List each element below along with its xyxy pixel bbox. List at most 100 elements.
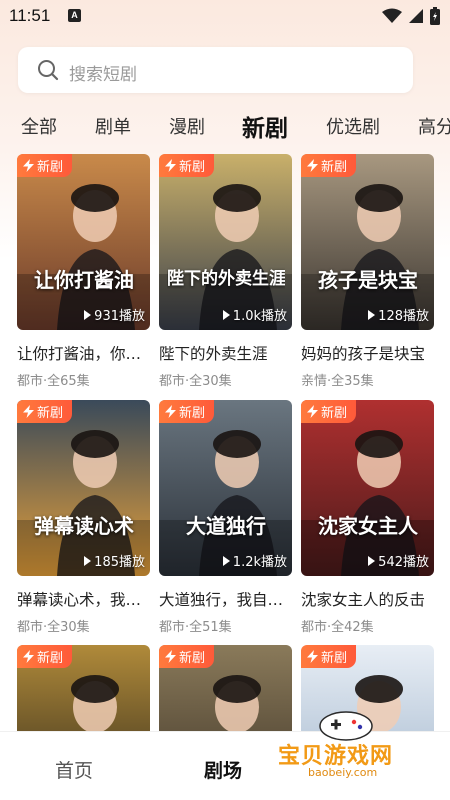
status-time: 11:51 <box>9 6 51 25</box>
poster-image <box>17 400 150 576</box>
new-badge: 新剧 <box>17 400 73 423</box>
lightning-icon <box>307 405 318 418</box>
drama-poster[interactable]: 弹幕读心术 新剧 185播放 <box>17 400 150 576</box>
new-badge: 新剧 <box>159 400 215 423</box>
signal-icon <box>409 9 423 23</box>
drama-meta: 都市·全30集 <box>17 620 90 635</box>
tab-new[interactable]: 新剧 <box>242 109 288 143</box>
lightning-icon <box>23 650 34 663</box>
lightning-icon <box>165 405 176 418</box>
badge-label: 新剧 <box>37 406 64 421</box>
drama-card[interactable]: 沈家女主人 新剧 542播放沈家女主人的反击都市·全42集 <box>301 400 434 635</box>
view-count: 1.0k播放 <box>222 305 287 324</box>
drama-card[interactable]: 弹幕读心术 新剧 185播放弹幕读心术，我… 都市·全30集 <box>17 400 150 635</box>
view-count-text: 1.2k播放 <box>232 555 287 570</box>
drama-card[interactable]: 孩子是块宝 新剧 128播放妈妈的孩子是块宝亲情·全35集 <box>301 154 434 389</box>
drama-card[interactable]: 大道独行 新剧 1.2k播放大道独行，我自… 都市·全51集 <box>159 400 292 635</box>
badge-label: 新剧 <box>321 406 348 421</box>
drama-meta: 都市·全65集 <box>17 374 90 389</box>
view-count-text: 185播放 <box>94 555 145 570</box>
lightning-icon <box>307 650 318 663</box>
drama-poster[interactable]: 让你打酱油 新剧 931播放 <box>17 154 150 330</box>
poster-title-art: 弹幕读心术 <box>34 514 134 538</box>
category-tabs: 全部 剧单 漫剧 新剧 优选剧 高分 <box>0 105 450 149</box>
badge-label: 新剧 <box>179 406 206 421</box>
drama-meta: 都市·全42集 <box>301 620 374 635</box>
new-badge: 新剧 <box>17 645 73 668</box>
lightning-icon <box>307 159 318 172</box>
poster-title-art: 陛下的外卖生涯 <box>167 269 285 289</box>
poster-image <box>301 154 434 330</box>
search-placeholder: 搜索短剧 <box>69 65 137 85</box>
view-count-text: 128播放 <box>378 309 429 324</box>
view-count-text: 1.0k播放 <box>232 309 287 324</box>
poster-image <box>159 154 292 330</box>
tab-featured[interactable]: 优选剧 <box>326 113 380 139</box>
drama-poster[interactable]: 陛下的外卖生涯 新剧 1.0k播放 <box>159 154 292 330</box>
poster-image <box>301 400 434 576</box>
drama-title[interactable]: 弹幕读心术，我… <box>17 588 150 610</box>
play-icon <box>222 555 230 566</box>
poster-title-art: 沈家女主人 <box>318 514 418 538</box>
drama-title[interactable]: 陛下的外卖生涯 <box>159 342 292 364</box>
badge-label: 新剧 <box>179 651 206 666</box>
play-icon <box>84 309 92 320</box>
badge-label: 新剧 <box>179 160 206 175</box>
drama-meta: 亲情·全35集 <box>301 374 374 389</box>
drama-poster[interactable]: 孩子是块宝 新剧 128播放 <box>301 154 434 330</box>
new-badge: 新剧 <box>159 154 215 177</box>
drama-title[interactable]: 让你打酱油，你… <box>17 342 150 364</box>
poster-title-art: 大道独行 <box>186 514 266 538</box>
drama-card[interactable]: 让你打酱油 新剧 931播放让你打酱油，你… 都市·全65集 <box>17 154 150 389</box>
tab-playlist[interactable]: 剧单 <box>95 113 131 139</box>
watermark: 宝贝游戏网 baobeiy.com <box>268 700 428 790</box>
view-count-text: 542播放 <box>378 555 429 570</box>
drama-poster[interactable]: 沈家女主人 新剧 542播放 <box>301 400 434 576</box>
new-badge: 新剧 <box>159 645 215 668</box>
drama-title[interactable]: 大道独行，我自… <box>159 588 292 610</box>
drama-card[interactable]: 陛下的外卖生涯 新剧 1.0k播放 陛下的外卖生涯 都市·全30集 <box>159 154 292 389</box>
poster-image <box>159 400 292 576</box>
drama-title[interactable]: 沈家女主人的反击 <box>301 588 434 610</box>
nav-home[interactable]: 首页 <box>55 756 93 783</box>
new-badge: 新剧 <box>301 400 357 423</box>
play-icon <box>368 555 376 566</box>
nav-theater[interactable]: 剧场 <box>204 756 242 783</box>
poster-image <box>17 154 150 330</box>
play-icon <box>222 309 230 320</box>
drama-meta: 都市·全30集 <box>159 374 232 389</box>
view-count: 1.2k播放 <box>222 551 287 570</box>
notification-a-icon: A <box>68 9 81 22</box>
badge-label: 新剧 <box>321 651 348 666</box>
status-icons <box>382 7 440 25</box>
new-badge: 新剧 <box>301 645 357 668</box>
view-count: 128播放 <box>368 305 429 324</box>
view-count-text: 931播放 <box>94 309 145 324</box>
lightning-icon <box>165 159 176 172</box>
tab-high-score[interactable]: 高分 <box>418 113 450 139</box>
status-bar: 11:51 A <box>0 0 450 34</box>
search-icon <box>38 60 59 81</box>
new-badge: 新剧 <box>17 154 73 177</box>
watermark-url: baobeiy.com <box>308 766 378 779</box>
badge-label: 新剧 <box>37 651 64 666</box>
badge-label: 新剧 <box>321 160 348 175</box>
battery-icon <box>430 7 440 25</box>
play-icon <box>368 309 376 320</box>
drama-poster[interactable]: 大道独行 新剧 1.2k播放 <box>159 400 292 576</box>
wifi-icon <box>382 8 402 23</box>
lightning-icon <box>23 405 34 418</box>
drama-title[interactable]: 妈妈的孩子是块宝 <box>301 342 434 364</box>
poster-title-art: 让你打酱油 <box>34 268 134 292</box>
tab-all[interactable]: 全部 <box>21 113 57 139</box>
view-count: 185播放 <box>84 551 145 570</box>
view-count: 931播放 <box>84 305 145 324</box>
badge-label: 新剧 <box>37 160 64 175</box>
poster-title-art: 孩子是块宝 <box>318 268 418 292</box>
drama-meta: 都市·全51集 <box>159 620 232 635</box>
play-icon <box>84 555 92 566</box>
search-input[interactable]: 搜索短剧 <box>18 47 413 93</box>
tab-comic[interactable]: 漫剧 <box>169 113 205 139</box>
view-count: 542播放 <box>368 551 429 570</box>
new-badge: 新剧 <box>301 154 357 177</box>
